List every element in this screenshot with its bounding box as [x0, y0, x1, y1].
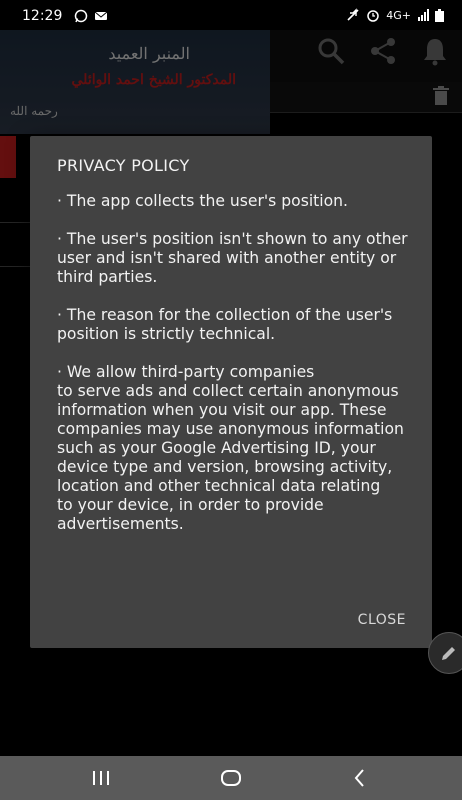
alarm-icon — [367, 10, 379, 22]
policy-paragraph: · The reason for the collection of the u… — [57, 306, 393, 343]
policy-paragraph: · The user's position isn't shown to any… — [57, 230, 408, 286]
privacy-policy-dialog: PRIVACY POLICY · The app collects the us… — [30, 136, 432, 648]
policy-paragraph: · The app collects the user's position. — [57, 192, 348, 210]
policy-paragraph: · We allow third-party companies to serv… — [57, 363, 404, 533]
dialog-title: PRIVACY POLICY — [57, 156, 190, 175]
pencil-icon — [442, 647, 455, 660]
whatsapp-icon — [74, 9, 88, 23]
mute-icon — [347, 8, 359, 21]
status-time: 12:29 — [22, 8, 63, 24]
message-icon — [94, 11, 108, 20]
battery-icon — [435, 8, 444, 22]
home-icon[interactable] — [219, 766, 243, 790]
network-type-label: 4G+ — [386, 8, 411, 22]
edit-fab-button[interactable] — [428, 632, 462, 674]
close-button[interactable]: CLOSE — [358, 612, 406, 628]
system-nav-bar — [0, 756, 462, 800]
dialog-body: · The app collects the user's position. … — [57, 192, 417, 553]
back-icon[interactable] — [348, 766, 372, 790]
signal-icon — [418, 9, 429, 21]
recent-apps-icon[interactable] — [89, 766, 113, 790]
status-right-icons: 4G+ — [346, 8, 444, 22]
status-bar: 12:29 4G+ — [0, 0, 462, 34]
